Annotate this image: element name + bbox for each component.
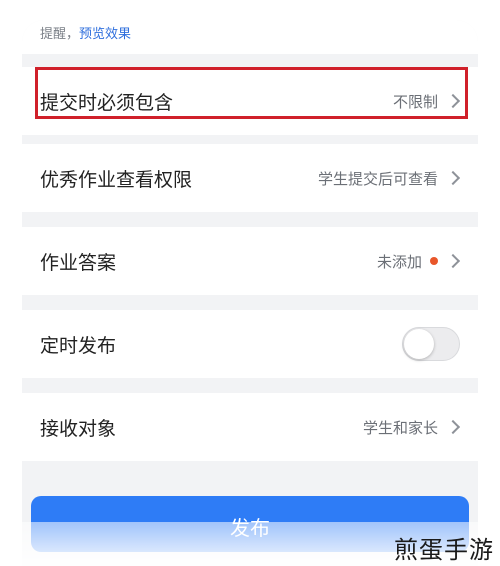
row-scheduled-publish: 定时发布 [22,310,478,378]
row-submit-requirements[interactable]: 提交时必须包含 不限制 [22,67,478,135]
row-title: 接收对象 [40,417,117,440]
preview-link[interactable]: 预览效果 [79,27,131,42]
row-right: 学生和家长 [362,417,461,438]
red-dot-icon [430,257,438,265]
row-value: 学生和家长 [362,418,438,437]
row-homework-answer[interactable]: 作业答案 未添加 [22,227,478,295]
chevron-right-icon [445,170,461,186]
row-right: 不限制 [392,91,461,112]
row-title: 作业答案 [40,251,117,274]
row-recipients[interactable]: 接收对象 学生和家长 [22,393,478,461]
row-title: 优秀作业查看权限 [40,168,193,191]
screenshot-frame: 提醒，预览效果 提交时必须包含 不限制 优秀作业查看权限 学生提交后可查看 作业… [0,0,500,566]
watermark-text: 煎蛋手游 [394,536,494,564]
hint-prefix: 提醒， [40,27,80,42]
chevron-right-icon [445,419,461,435]
row-value: 学生提交后可查看 [317,169,438,188]
row-title: 提交时必须包含 [40,91,174,114]
scheduled-publish-toggle[interactable] [402,327,460,361]
row-value: 不限制 [392,92,438,111]
row-excellent-homework-permission[interactable]: 优秀作业查看权限 学生提交后可查看 [22,144,478,212]
settings-panel: 提醒，预览效果 提交时必须包含 不限制 优秀作业查看权限 学生提交后可查看 作业… [22,20,478,566]
hint-text: 提醒，预览效果 [40,26,131,44]
chevron-right-icon [445,253,461,269]
toggle-knob [404,329,434,359]
chevron-right-icon [445,93,461,109]
row-title: 定时发布 [40,334,117,357]
row-right: 未添加 [376,251,461,272]
row-value: 未添加 [376,252,422,271]
row-right: 学生提交后可查看 [317,168,461,189]
row-right [402,327,460,361]
hint-strip: 提醒，预览效果 [22,20,478,54]
